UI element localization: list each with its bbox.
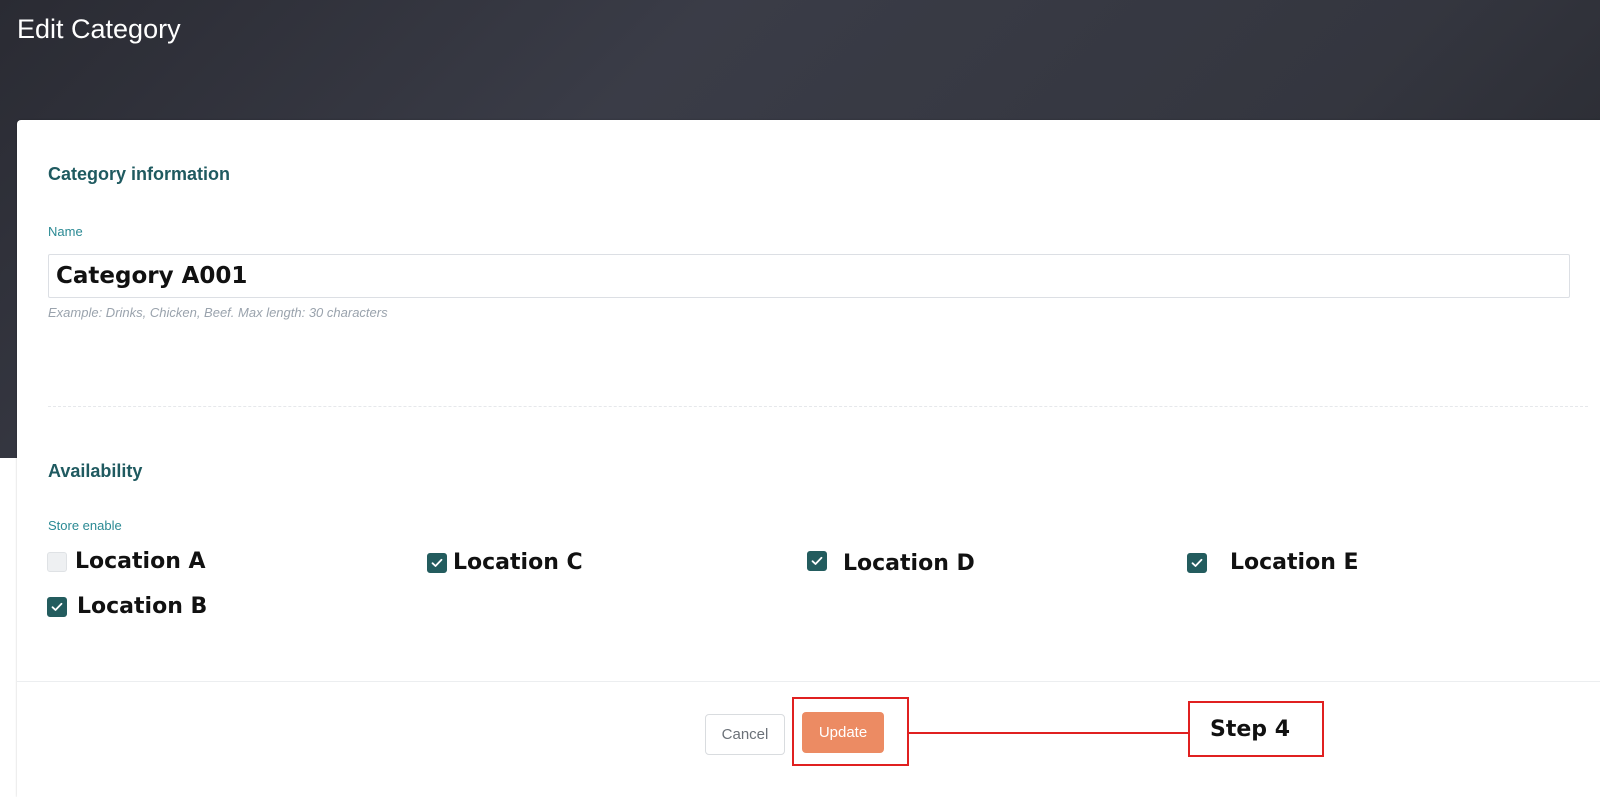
category-information-heading: Category information	[48, 164, 231, 184]
location-d-label: Location D	[843, 551, 975, 576]
location-c-checkbox-row[interactable]: Location C	[427, 550, 583, 575]
availability-heading: Availability	[48, 461, 143, 481]
location-d-checkbox-row[interactable]: Location D	[807, 550, 975, 576]
location-d-checkbox[interactable]	[807, 550, 827, 571]
location-e-label: Location E	[1230, 550, 1359, 575]
checkmark-icon	[51, 602, 63, 611]
edit-category-page: Edit Category Category information Name …	[0, 0, 1600, 797]
location-b-checkbox[interactable]	[47, 596, 67, 617]
name-input[interactable]	[48, 254, 1570, 298]
update-button-highlight	[792, 697, 909, 766]
cancel-button[interactable]: Cancel	[705, 714, 785, 755]
location-b-checkbox-row[interactable]: Location B	[47, 594, 207, 619]
location-a-checkbox-row[interactable]: Location A	[47, 549, 206, 574]
callout-line	[909, 732, 1189, 734]
step-callout: Step 4	[1188, 701, 1324, 757]
section-divider	[48, 406, 1588, 407]
name-label: Name	[48, 224, 83, 239]
location-e-checkbox[interactable]	[1187, 552, 1207, 573]
checkmark-icon	[811, 556, 823, 565]
location-a-checkbox[interactable]	[47, 551, 67, 572]
location-c-label: Location C	[453, 550, 583, 575]
page-title: Edit Category	[17, 14, 181, 44]
edit-category-card: Category information Name Example: Drink…	[17, 120, 1600, 797]
location-b-label: Location B	[77, 594, 208, 619]
footer-divider	[17, 681, 1600, 682]
location-a-label: Location A	[75, 549, 206, 574]
checkmark-icon	[1191, 558, 1203, 567]
checkmark-icon	[431, 558, 443, 567]
location-c-checkbox[interactable]	[427, 552, 447, 573]
name-help-text: Example: Drinks, Chicken, Beef. Max leng…	[48, 305, 388, 320]
store-enable-label: Store enable	[48, 518, 122, 533]
location-e-checkbox-row[interactable]: Location E	[1187, 550, 1359, 575]
